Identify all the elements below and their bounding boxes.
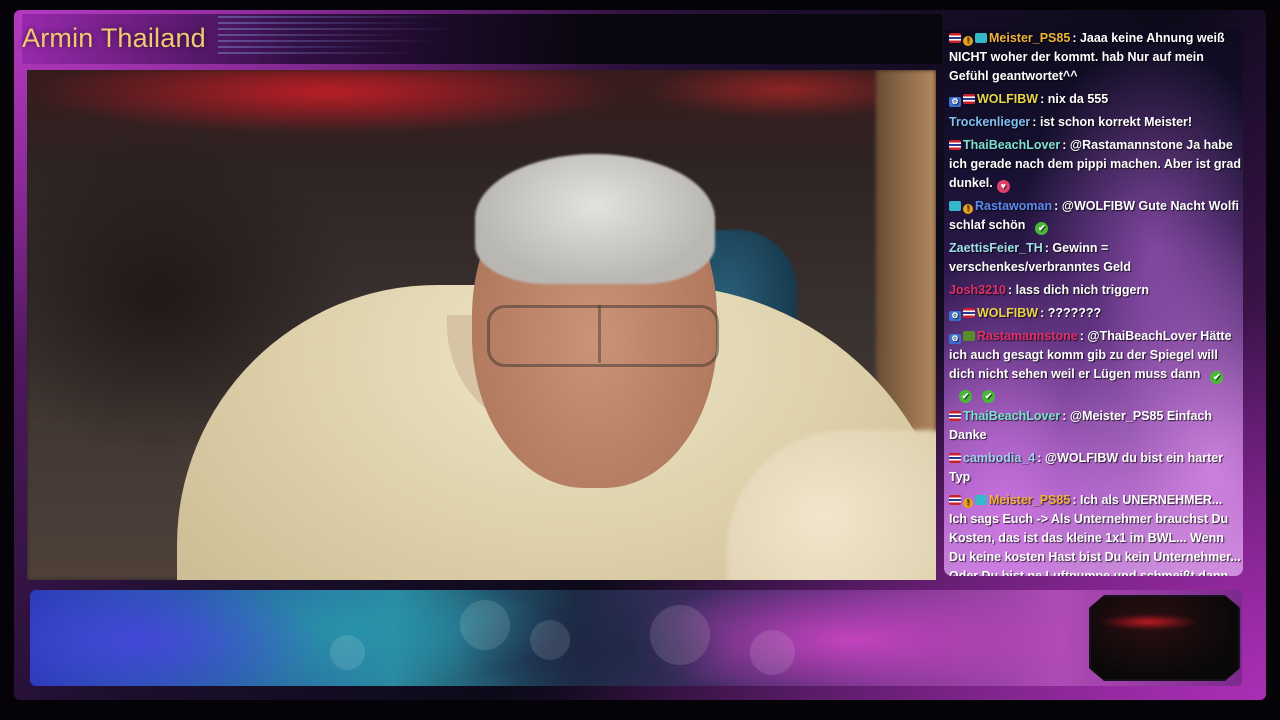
chat-username[interactable]: Meister_PS85 — [989, 31, 1070, 45]
chat-username[interactable]: ThaiBeachLover — [963, 409, 1060, 423]
bokeh-light — [330, 635, 365, 670]
chat-text: lass dich nich triggern — [1015, 283, 1149, 297]
chat-separator: : — [1040, 92, 1048, 106]
decorative-stripes — [218, 16, 468, 62]
chat-separator: : — [1072, 31, 1080, 45]
check-emote-icon: ✔ — [1210, 371, 1224, 384]
flag-badge-icon — [949, 411, 961, 421]
chat-message: ! Meister_PS85: Ich als UNERNEHMER... Ich… — [949, 491, 1241, 576]
flag-badge-icon — [949, 140, 961, 150]
webcam-glasses — [487, 305, 719, 367]
bot-badge-icon: ⚙ — [949, 311, 961, 321]
chat-message: cambodia_4: @WOLFIBW du bist ein harter … — [949, 449, 1241, 487]
chat-message: Trockenlieger: ist schon korrekt Meister… — [949, 113, 1241, 132]
chat-username[interactable]: ZaettisFeier_TH — [949, 241, 1043, 255]
flag-badge-icon — [949, 453, 961, 463]
chat-separator: : — [1040, 306, 1048, 320]
chat-message-list: ! Meister_PS85: Jaaa keine Ahnung weiß NI… — [949, 30, 1241, 576]
check-emote-icon: ✔ — [1035, 222, 1049, 235]
webcam-video — [27, 70, 936, 580]
chat-message: ThaiBeachLover: @Rastamannstone Ja habe … — [949, 136, 1241, 193]
mini-webcam-light — [1099, 615, 1199, 629]
gold-badge-icon: ! — [963, 204, 973, 214]
chat-separator: : — [1032, 115, 1040, 129]
mini-webcam — [1089, 595, 1240, 681]
heart-emote-icon: ♥ — [996, 180, 1010, 193]
chat-message: ! Rastawoman: @WOLFIBW Gute Nacht Wolfi s… — [949, 197, 1241, 235]
chat-message: ⚙ Rastamannstone: @ThaiBeachLover Hätte i… — [949, 327, 1241, 403]
bokeh-light — [530, 620, 570, 660]
flag-badge-icon — [963, 94, 975, 104]
chat-text: nix da 555 — [1047, 92, 1109, 106]
gold-badge-icon: ! — [963, 498, 973, 508]
bot-badge-icon: ⚙ — [949, 97, 961, 107]
chat-separator: : — [1072, 493, 1080, 507]
chat-separator: : — [1062, 138, 1070, 152]
chat-text: ??????? — [1047, 306, 1102, 320]
chat-message: ThaiBeachLover: @Meister_PS85 Einfach Da… — [949, 407, 1241, 445]
bokeh-light — [650, 605, 710, 665]
bot-badge-icon: ⚙ — [949, 334, 961, 344]
bokeh-light — [460, 600, 510, 650]
gift-badge-icon — [975, 495, 987, 505]
webcam-person-hair — [475, 154, 715, 284]
chat-username[interactable]: WOLFIBW — [977, 92, 1038, 106]
chat-message: ⚙ WOLFIBW: ??????? — [949, 304, 1241, 323]
chat-username[interactable]: Rastawoman — [975, 199, 1052, 213]
flag-badge-icon — [949, 33, 961, 43]
chat-message: Josh3210: lass dich nich triggern — [949, 281, 1241, 300]
flag-badge-icon — [963, 308, 975, 318]
chat-separator: : — [1054, 199, 1062, 213]
chat-message: ZaettisFeier_TH: Gewinn = verschenkes/ve… — [949, 239, 1241, 277]
chat-username[interactable]: Trockenlieger — [949, 115, 1030, 129]
flag-badge-icon — [949, 495, 961, 505]
grid-badge-icon — [963, 331, 975, 341]
chat-username[interactable]: Josh3210 — [949, 283, 1006, 297]
chat-separator: : — [1037, 451, 1045, 465]
gift-badge-icon — [949, 201, 961, 211]
gift-badge-icon — [975, 33, 987, 43]
chat-message: ⚙ WOLFIBW: nix da 555 — [949, 90, 1241, 109]
chat-text: ist schon korrekt Meister! — [1039, 115, 1193, 129]
chat-message: ! Meister_PS85: Jaaa keine Ahnung weiß NI… — [949, 30, 1241, 86]
chat-username[interactable]: cambodia_4 — [963, 451, 1035, 465]
bottom-banner — [30, 590, 1242, 686]
chat-panel: ! Meister_PS85: Jaaa keine Ahnung weiß NI… — [944, 30, 1243, 576]
gold-badge-icon: ! — [963, 36, 973, 46]
chat-separator: : — [1062, 409, 1070, 423]
chat-username[interactable]: ThaiBeachLover — [963, 138, 1060, 152]
check-emote-icon: ✔ — [959, 390, 972, 403]
chat-username[interactable]: WOLFIBW — [977, 306, 1038, 320]
chat-username[interactable]: Meister_PS85 — [989, 493, 1070, 507]
bokeh-light — [750, 630, 795, 675]
chat-separator: : — [1007, 283, 1016, 297]
chat-username[interactable]: Rastamannstone — [977, 329, 1078, 343]
streamer-name: Armin Thailand — [22, 23, 206, 53]
check-emote-icon: ✔ — [982, 390, 995, 403]
